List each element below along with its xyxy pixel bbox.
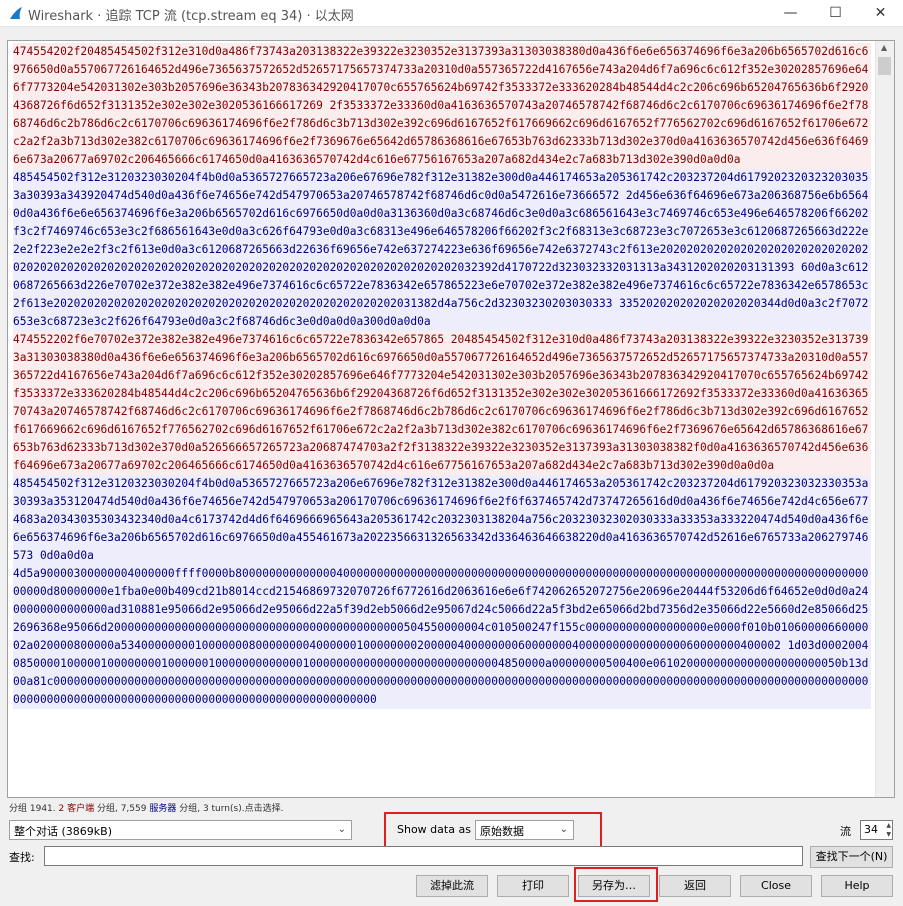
close-icon: ✕ — [874, 5, 887, 21]
server-segment[interactable]: 485454502f312e3120323030204f4b0d0a536572… — [13, 475, 871, 565]
client-count: 2 — [58, 804, 65, 814]
server-segment[interactable]: 485454502f312e3120323030204f4b0d0a536572… — [13, 169, 871, 331]
filter-out-button[interactable]: 滤掉此流 — [416, 875, 488, 897]
server-segment[interactable]: 4d5a90000300000004000000ffff0000b8000000… — [13, 565, 871, 709]
show-data-as-select[interactable]: 原始数据 ⌄ — [475, 820, 574, 840]
back-button[interactable]: 返回 — [659, 875, 731, 897]
chevron-down-icon: ⌄ — [337, 824, 346, 835]
find-input[interactable] — [44, 846, 803, 866]
find-label: 查找: — [9, 851, 35, 864]
client-label: 客户端 — [67, 804, 95, 814]
server-label: 服务器 — [149, 804, 177, 814]
close-button[interactable]: Close — [740, 875, 812, 897]
stream-content-frame: 474554202f20485454502f312e310d0a486f7374… — [7, 40, 895, 798]
title-bar: Wireshark · 追踪 TCP 流 (tcp.stream eq 34) … — [0, 0, 903, 27]
scroll-up-icon[interactable]: ▲ — [881, 43, 887, 52]
maximize-icon: ☐ — [829, 5, 842, 21]
stream-text-area[interactable]: 474554202f20485454502f312e310d0a486f7374… — [8, 41, 876, 797]
save-as-button[interactable]: 另存为… — [578, 875, 650, 897]
show-data-as-label: Show data as — [397, 823, 471, 836]
vertical-scrollbar[interactable]: ▲ — [875, 41, 894, 797]
window-title: Wireshark · 追踪 TCP 流 (tcp.stream eq 34) … — [28, 9, 354, 24]
close-window-button[interactable]: ✕ — [858, 0, 903, 26]
conversation-select[interactable]: 整个对话 (3869kB) ⌄ — [9, 820, 352, 840]
client-segment[interactable]: 474552202f6e70702e372e382e382e496e737461… — [13, 331, 871, 475]
help-button[interactable]: Help — [821, 875, 893, 897]
minimize-button[interactable]: — — [768, 0, 813, 26]
maximize-button[interactable]: ☐ — [813, 0, 858, 26]
chevron-down-icon: ⌄ — [559, 824, 568, 835]
stream-status-line: 分组 1941. 2 客户端 分组, 7,559 服务器 分组, 3 turn(… — [9, 804, 284, 814]
wireshark-fin-icon — [10, 7, 22, 19]
scrollbar-thumb[interactable] — [878, 57, 891, 75]
spin-arrows-icon[interactable]: ▲ ▼ — [886, 821, 891, 839]
client-segment[interactable]: 474554202f20485454502f312e310d0a486f7374… — [13, 43, 871, 169]
print-button[interactable]: 打印 — [497, 875, 569, 897]
find-next-button[interactable]: 查找下一个(N) — [810, 846, 893, 868]
minimize-icon: — — [783, 5, 798, 21]
stream-number-spinbox[interactable]: 34 ▲ ▼ — [860, 820, 893, 840]
stream-label: 流 — [840, 825, 851, 838]
